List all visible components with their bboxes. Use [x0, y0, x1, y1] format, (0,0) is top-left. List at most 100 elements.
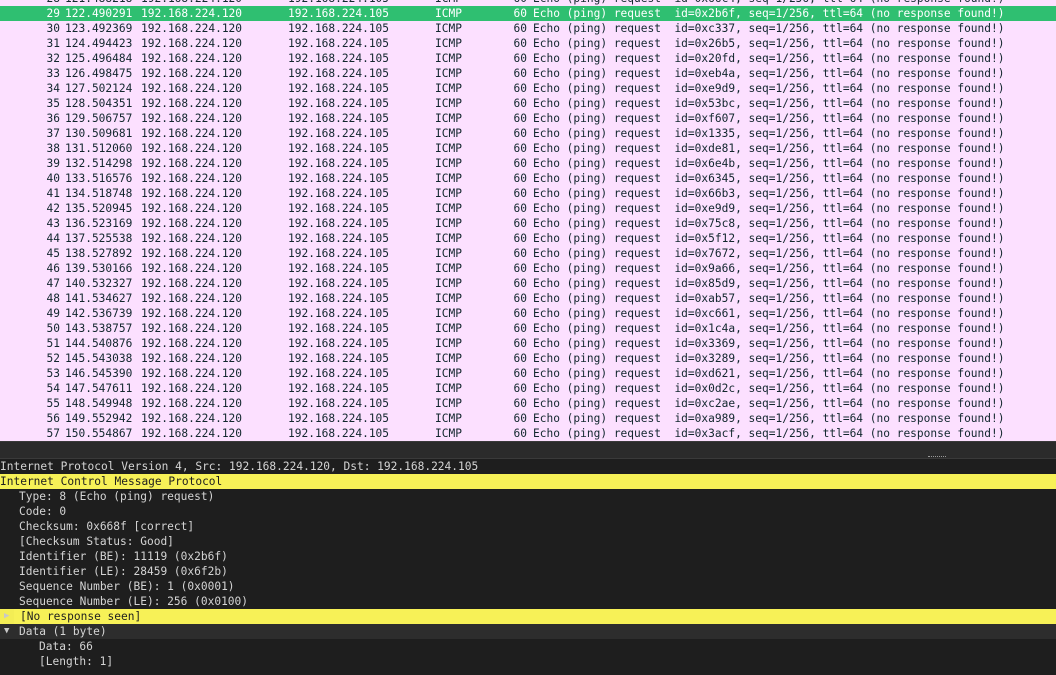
- packet-time: 149.552942: [65, 412, 133, 425]
- packet-number: 51: [46, 337, 60, 350]
- detail-text: Internet Protocol Version 4, Src: 192.16…: [0, 460, 479, 473]
- packet-number: 57: [46, 427, 60, 440]
- packet-list-scrollbar[interactable]: [1050, 0, 1056, 441]
- detail-row[interactable]: Type: 8 (Echo (ping) request): [0, 489, 1056, 504]
- packet-protocol: ICMP: [435, 142, 462, 155]
- packet-row[interactable]: 55 148.549948 192.168.224.120 192.168.224.1…: [0, 396, 1056, 411]
- packet-protocol: ICMP: [435, 217, 462, 230]
- packet-row[interactable]: 50 143.538757 192.168.224.120 192.168.224.1…: [0, 321, 1056, 336]
- detail-row[interactable]: ▼ Data (1 byte): [0, 624, 1056, 639]
- packet-source: 192.168.224.120: [141, 247, 243, 260]
- packet-source: 192.168.224.120: [141, 262, 243, 275]
- packet-time: 147.547611: [65, 382, 133, 395]
- detail-row[interactable]: Data: 66: [0, 639, 1056, 654]
- detail-text: Identifier (LE): 28459 (0x6f2b): [19, 565, 228, 578]
- packet-number: 39: [46, 157, 60, 170]
- packet-row[interactable]: 56 149.552942 192.168.224.120 192.168.224.1…: [0, 411, 1056, 426]
- packet-details-pane[interactable]: Internet Protocol Version 4, Src: 192.16…: [0, 459, 1056, 675]
- packet-row[interactable]: 29 122.490291 192.168.224.120 192.168.224.1…: [0, 6, 1056, 21]
- packet-row[interactable]: 51 144.540876 192.168.224.120 192.168.224.1…: [0, 336, 1056, 351]
- detail-row[interactable]: ▶ [No response seen]: [0, 609, 1056, 624]
- packet-number: 53: [46, 367, 60, 380]
- packet-list-pane[interactable]: 28121.488218192.168.224.120192.168.224.1…: [0, 0, 1056, 441]
- packet-time: 146.545390: [65, 367, 133, 380]
- packet-row[interactable]: 34 127.502124 192.168.224.120 192.168.224.1…: [0, 81, 1056, 96]
- packet-row[interactable]: 40 133.516576 192.168.224.120 192.168.224.1…: [0, 171, 1056, 186]
- packet-length: 60: [513, 37, 527, 50]
- packet-number: 55: [46, 397, 60, 410]
- packet-protocol: ICMP: [435, 112, 462, 125]
- detail-row[interactable]: [Length: 1]: [0, 654, 1056, 669]
- detail-text: Sequence Number (BE): 1 (0x0001): [19, 580, 235, 593]
- packet-time: 150.554867: [65, 427, 133, 440]
- packet-protocol: ICMP: [435, 127, 462, 140]
- packet-row[interactable]: 45 138.527892 192.168.224.120 192.168.224.1…: [0, 246, 1056, 261]
- packet-number: 32: [46, 52, 60, 65]
- detail-row[interactable]: Identifier (LE): 28459 (0x6f2b): [0, 564, 1056, 579]
- packet-row[interactable]: 53 146.545390 192.168.224.120 192.168.224.1…: [0, 366, 1056, 381]
- detail-row[interactable]: Checksum: 0x668f [correct]: [0, 519, 1056, 534]
- packet-length: 60: [513, 412, 527, 425]
- packet-protocol: ICMP: [435, 52, 462, 65]
- packet-time: 123.492369: [65, 22, 133, 35]
- packet-length: 60: [513, 52, 527, 65]
- detail-text: [Length: 1]: [39, 655, 114, 668]
- packet-source: 192.168.224.120: [141, 142, 243, 155]
- packet-info: Echo (ping) request id=0x85d9, seq=1/256…: [533, 277, 1005, 290]
- packet-info: Echo (ping) request id=0x6345, seq=1/256…: [533, 172, 1005, 185]
- packet-row[interactable]: 57 150.554867 192.168.224.120 192.168.224.1…: [0, 426, 1056, 441]
- packet-row[interactable]: 48 141.534627 192.168.224.120 192.168.224.1…: [0, 291, 1056, 306]
- packet-row[interactable]: 36 129.506757 192.168.224.120 192.168.224.1…: [0, 111, 1056, 126]
- packet-source: 192.168.224.120: [141, 412, 243, 425]
- packet-source: 192.168.224.120: [141, 292, 243, 305]
- detail-text: Code: 0: [19, 505, 67, 518]
- packet-row[interactable]: 33 126.498475 192.168.224.120 192.168.224.1…: [0, 66, 1056, 81]
- packet-row[interactable]: 47 140.532327 192.168.224.120 192.168.224.1…: [0, 276, 1056, 291]
- packet-time: 140.532327: [65, 277, 133, 290]
- packet-source: 192.168.224.120: [141, 322, 243, 335]
- detail-row[interactable]: Internet Protocol Version 4, Src: 192.16…: [0, 459, 1056, 474]
- packet-row[interactable]: 38 131.512060 192.168.224.120 192.168.224.1…: [0, 141, 1056, 156]
- packet-time: 139.530166: [65, 262, 133, 275]
- packet-protocol: ICMP: [435, 352, 462, 365]
- packet-row[interactable]: 31 124.494423 192.168.224.120 192.168.224.1…: [0, 36, 1056, 51]
- packet-row[interactable]: 39 132.514298 192.168.224.120 192.168.224.1…: [0, 156, 1056, 171]
- packet-destination: 192.168.224.105: [288, 7, 390, 20]
- detail-row[interactable]: [Checksum Status: Good]: [0, 534, 1056, 549]
- collapse-down-icon[interactable]: ▼: [4, 624, 14, 639]
- packet-time: 125.496484: [65, 52, 133, 65]
- detail-row[interactable]: Internet Control Message Protocol: [0, 474, 1056, 489]
- packet-destination: 192.168.224.105: [288, 142, 390, 155]
- pane-splitter[interactable]: [0, 441, 1056, 459]
- detail-row[interactable]: Code: 0: [0, 504, 1056, 519]
- packet-row[interactable]: 41 134.518748 192.168.224.120 192.168.224.1…: [0, 186, 1056, 201]
- packet-row[interactable]: 43 136.523169 192.168.224.120 192.168.224.1…: [0, 216, 1056, 231]
- packet-destination: 192.168.224.105: [288, 337, 390, 350]
- packet-row[interactable]: 42 135.520945 192.168.224.120 192.168.224.1…: [0, 201, 1056, 216]
- detail-row[interactable]: Sequence Number (BE): 1 (0x0001): [0, 579, 1056, 594]
- packet-row[interactable]: 35 128.504351 192.168.224.120 192.168.224.1…: [0, 96, 1056, 111]
- detail-text: Checksum: 0x668f [correct]: [19, 520, 195, 533]
- packet-source: 192.168.224.120: [141, 217, 243, 230]
- packet-number: 44: [46, 232, 60, 245]
- expand-right-icon[interactable]: ▶: [4, 609, 14, 624]
- packet-time: 138.527892: [65, 247, 133, 260]
- packet-length: 60: [513, 172, 527, 185]
- packet-row[interactable]: 52 145.543038 192.168.224.120 192.168.224.1…: [0, 351, 1056, 366]
- detail-row[interactable]: Sequence Number (LE): 256 (0x0100): [0, 594, 1056, 609]
- packet-row[interactable]: 54 147.547611 192.168.224.120 192.168.224.1…: [0, 381, 1056, 396]
- packet-row[interactable]: 44 137.525538 192.168.224.120 192.168.224.1…: [0, 231, 1056, 246]
- packet-info: Echo (ping) request id=0xc661, seq=1/256…: [533, 307, 1005, 320]
- detail-row[interactable]: Identifier (BE): 11119 (0x2b6f): [0, 549, 1056, 564]
- packet-row[interactable]: 30 123.492369 192.168.224.120 192.168.224.1…: [0, 21, 1056, 36]
- packet-source: 192.168.224.120: [141, 232, 243, 245]
- packet-source: 192.168.224.120: [141, 37, 243, 50]
- packet-row[interactable]: 46 139.530166 192.168.224.120 192.168.224.1…: [0, 261, 1056, 276]
- packet-destination: 192.168.224.105: [288, 307, 390, 320]
- packet-time: 148.549948: [65, 397, 133, 410]
- packet-row[interactable]: 49 142.536739 192.168.224.120 192.168.224.1…: [0, 306, 1056, 321]
- packet-row[interactable]: 37 130.509681 192.168.224.120 192.168.224.1…: [0, 126, 1056, 141]
- packet-info: Echo (ping) request id=0xf607, seq=1/256…: [533, 112, 1005, 125]
- packet-destination: 192.168.224.105: [288, 82, 390, 95]
- packet-row[interactable]: 32 125.496484 192.168.224.120 192.168.224.1…: [0, 51, 1056, 66]
